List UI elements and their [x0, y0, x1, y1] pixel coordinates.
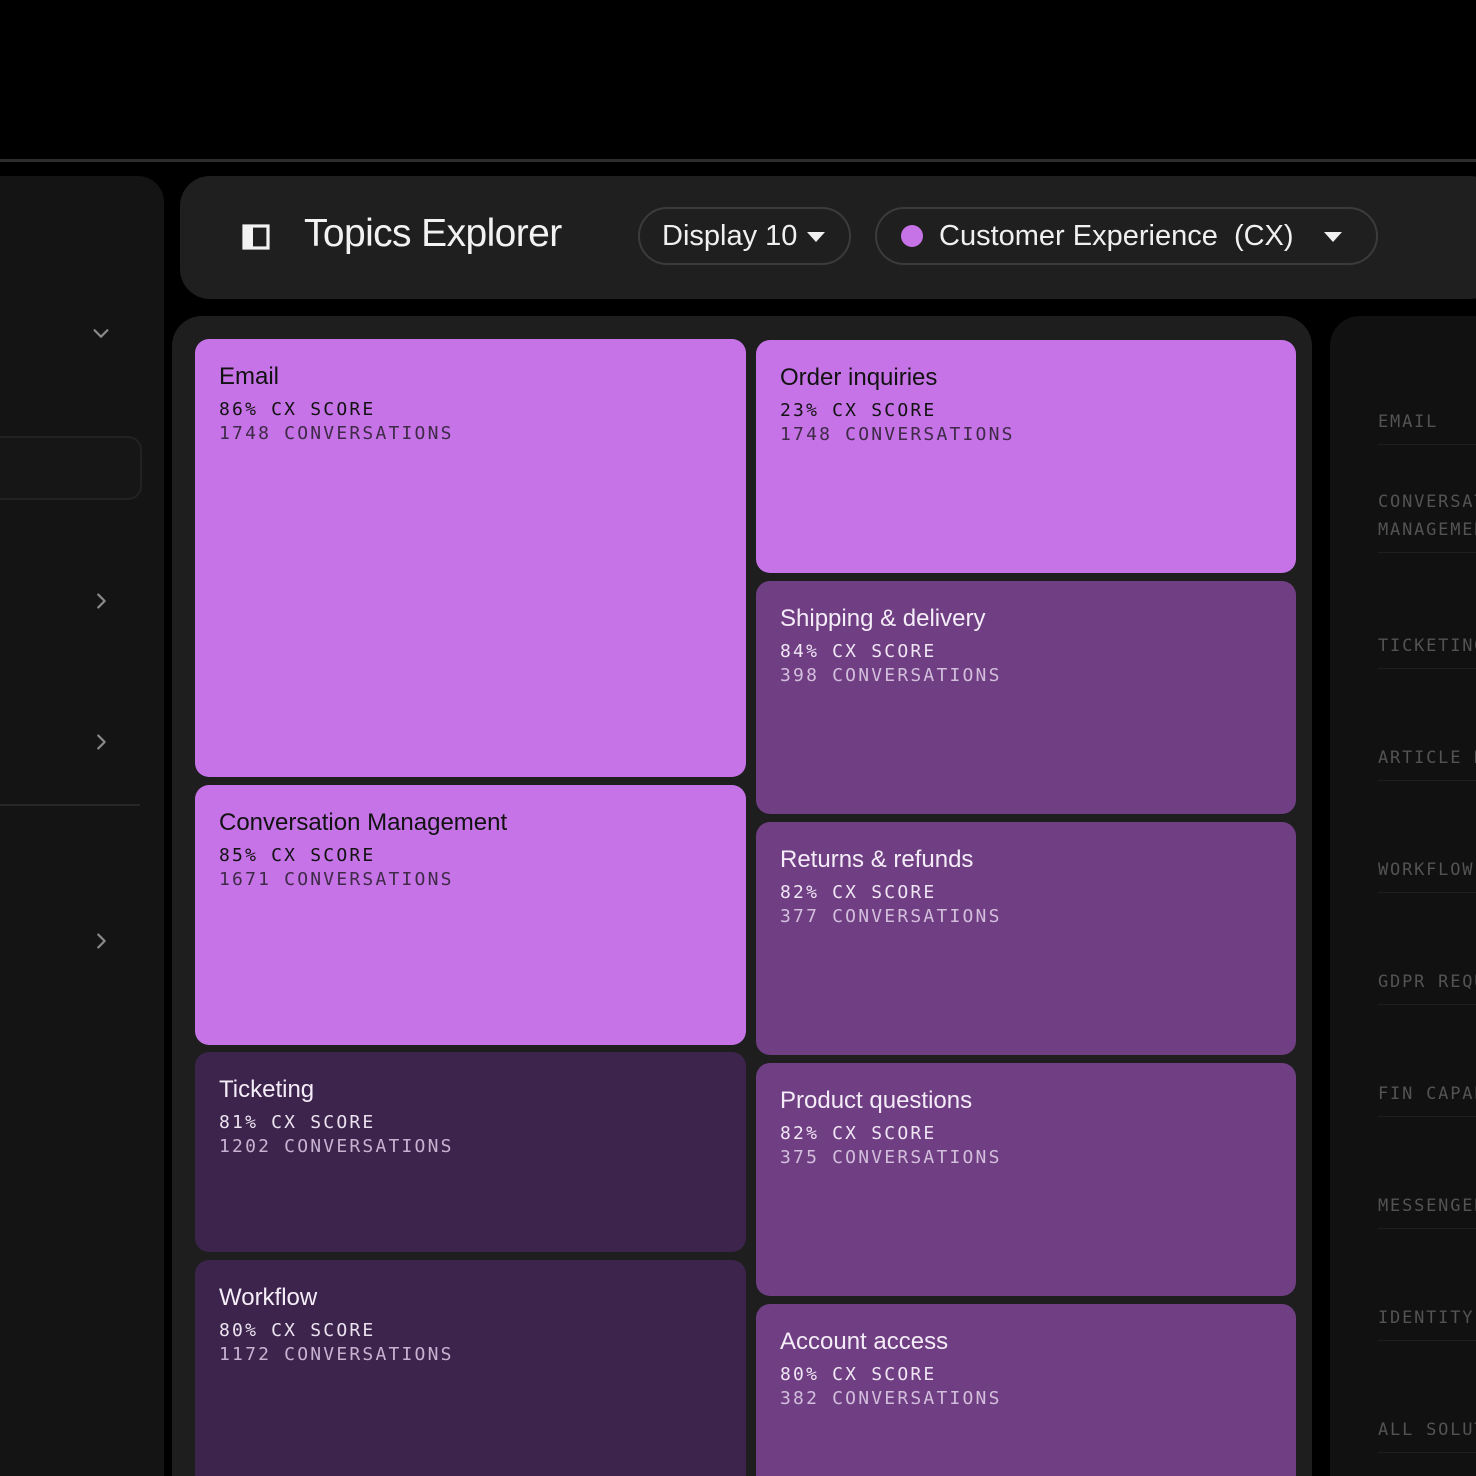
topic-score: 85% CX SCORE [219, 845, 376, 866]
legend-item[interactable]: EMAIL [1378, 408, 1476, 445]
topic-score: 80% CX SCORE [780, 1364, 937, 1385]
topic-tile-workflow[interactable]: Workflow 80% CX SCORE 1172 CONVERSATIONS [195, 1260, 746, 1476]
topic-score: 84% CX SCORE [780, 641, 937, 662]
topic-tile-account-access[interactable]: Account access 80% CX SCORE 382 CONVERSA… [756, 1304, 1296, 1476]
chevron-down-icon[interactable] [87, 319, 115, 347]
legend-item[interactable]: GDPR REQU [1378, 968, 1476, 1005]
caret-down-icon [807, 232, 825, 242]
topic-score: 80% CX SCORE [219, 1320, 376, 1341]
topic-tile-shipping-delivery[interactable]: Shipping & delivery 84% CX SCORE 398 CON… [756, 581, 1296, 814]
topic-tile-returns-refunds[interactable]: Returns & refunds 82% CX SCORE 377 CONVE… [756, 822, 1296, 1055]
topic-name: Email [219, 363, 280, 390]
top-divider [0, 159, 1476, 162]
topic-conversations: 382 CONVERSATIONS [780, 1388, 1002, 1409]
topics-legend: EMAIL CONVERSATION MANAGEMENT TICKETING … [1330, 316, 1476, 1476]
topic-conversations: 1671 CONVERSATIONS [219, 869, 454, 890]
topic-name: Order inquiries [780, 364, 938, 391]
topic-tile-email[interactable]: Email 86% CX SCORE 1748 CONVERSATIONS [195, 339, 746, 777]
sidebar-toggle-icon[interactable] [242, 224, 270, 250]
legend-item[interactable]: TICKETING [1378, 632, 1476, 669]
topic-name: Product questions [780, 1087, 973, 1114]
topics-treemap: Email 86% CX SCORE 1748 CONVERSATIONS Co… [172, 316, 1312, 1476]
topic-conversations: 377 CONVERSATIONS [780, 906, 1002, 927]
topic-score: 23% CX SCORE [780, 400, 937, 421]
topic-tile-conversation-management[interactable]: Conversation Management 85% CX SCORE 167… [195, 785, 746, 1045]
topic-conversations: 1202 CONVERSATIONS [219, 1136, 454, 1157]
topic-tile-ticketing[interactable]: Ticketing 81% CX SCORE 1202 CONVERSATION… [195, 1052, 746, 1252]
sidebar-selected-item[interactable] [0, 436, 142, 500]
sidebar [0, 176, 164, 1476]
topic-score: 82% CX SCORE [780, 882, 937, 903]
legend-item[interactable]: CONVERSATION MANAGEMENT [1378, 488, 1476, 553]
topic-conversations: 375 CONVERSATIONS [780, 1147, 1002, 1168]
chevron-right-icon[interactable] [87, 927, 115, 955]
topic-score: 86% CX SCORE [219, 399, 376, 420]
header-bar: Topics Explorer Display 10 Customer Expe… [180, 176, 1476, 299]
legend-item[interactable]: FIN CAPAB [1378, 1080, 1476, 1117]
legend-item[interactable]: ALL SOLUT [1378, 1416, 1476, 1453]
page-title: Topics Explorer [304, 212, 562, 255]
topic-name: Account access [780, 1328, 949, 1355]
display-count-dropdown[interactable]: Display 10 [638, 207, 851, 265]
legend-item[interactable]: IDENTITY [1378, 1304, 1476, 1341]
topic-name: Shipping & delivery [780, 605, 986, 632]
legend-item[interactable]: ARTICLE M [1378, 744, 1476, 781]
chevron-right-icon[interactable] [87, 587, 115, 615]
sidebar-divider [0, 804, 140, 806]
topic-conversations: 1748 CONVERSATIONS [219, 423, 454, 444]
metric-dropdown[interactable]: Customer Experience (CX) [875, 207, 1378, 265]
topic-conversations: 1172 CONVERSATIONS [219, 1344, 454, 1365]
caret-down-icon [1324, 232, 1342, 242]
legend-item[interactable]: WORKFLOW [1378, 856, 1476, 893]
topic-score: 81% CX SCORE [219, 1112, 376, 1133]
topic-name: Conversation Management [219, 809, 508, 836]
topic-name: Ticketing [219, 1076, 315, 1103]
app-screen: Topics Explorer Display 10 Customer Expe… [0, 0, 1476, 1476]
legend-item[interactable]: MESSENGER [1378, 1192, 1476, 1229]
topic-name: Workflow [219, 1284, 318, 1311]
metric-color-dot [901, 225, 923, 247]
chevron-right-icon[interactable] [87, 728, 115, 756]
topic-tile-order-inquiries[interactable]: Order inquiries 23% CX SCORE 1748 CONVER… [756, 340, 1296, 573]
topic-conversations: 398 CONVERSATIONS [780, 665, 1002, 686]
topic-tile-product-questions[interactable]: Product questions 82% CX SCORE 375 CONVE… [756, 1063, 1296, 1296]
topic-score: 82% CX SCORE [780, 1123, 937, 1144]
topic-name: Returns & refunds [780, 846, 974, 873]
metric-label: Customer Experience (CX) [939, 219, 1294, 252]
topic-conversations: 1748 CONVERSATIONS [780, 424, 1015, 445]
display-count-label: Display 10 [662, 219, 798, 252]
